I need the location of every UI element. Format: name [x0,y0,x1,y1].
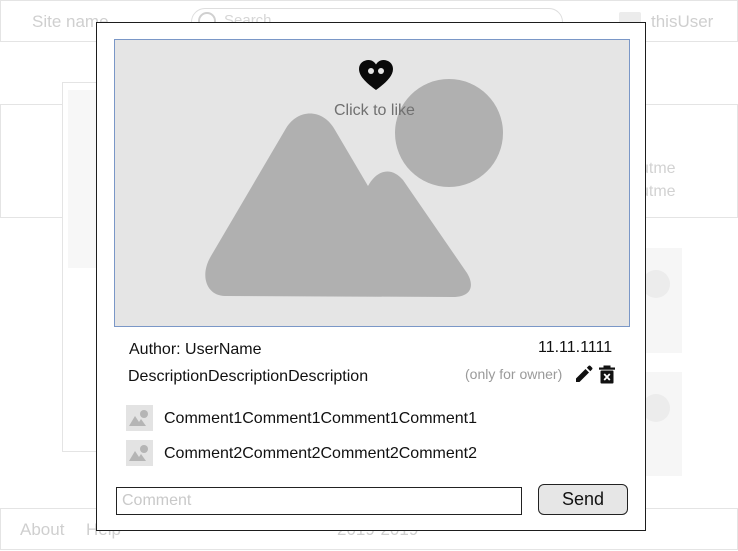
avatar-image-icon [126,440,153,466]
send-button[interactable]: Send [538,484,628,515]
background-tile-avatar-1 [642,270,670,298]
current-username: thisUser [651,12,714,31]
pencil-icon[interactable] [575,365,593,383]
post-description: DescriptionDescriptionDescription [128,368,369,385]
background-tile-2 [640,372,682,476]
post-image[interactable]: Click to like [114,39,630,327]
footer-about-link: About [20,520,65,539]
background-card-content [68,90,98,268]
comment-input[interactable] [116,487,522,515]
trash-icon[interactable] [598,365,616,384]
post-date: 11.11.1111 [538,339,613,356]
post-author: Author: UserName [129,341,262,358]
like-label[interactable]: Click to like [334,102,415,120]
post-modal: Click to like Author: UserName 11.11.111… [96,22,646,531]
comment-text: Comment1Comment1Comment1Comment1 [164,410,477,427]
owner-only-note: (only for owner) [465,366,563,382]
background-tile-avatar-2 [642,394,670,422]
avatar-image-icon [126,405,153,431]
heart-icon[interactable] [358,59,394,91]
comment-text: Comment2Comment2Comment2Comment2 [164,445,477,462]
background-tile-1 [640,248,682,353]
